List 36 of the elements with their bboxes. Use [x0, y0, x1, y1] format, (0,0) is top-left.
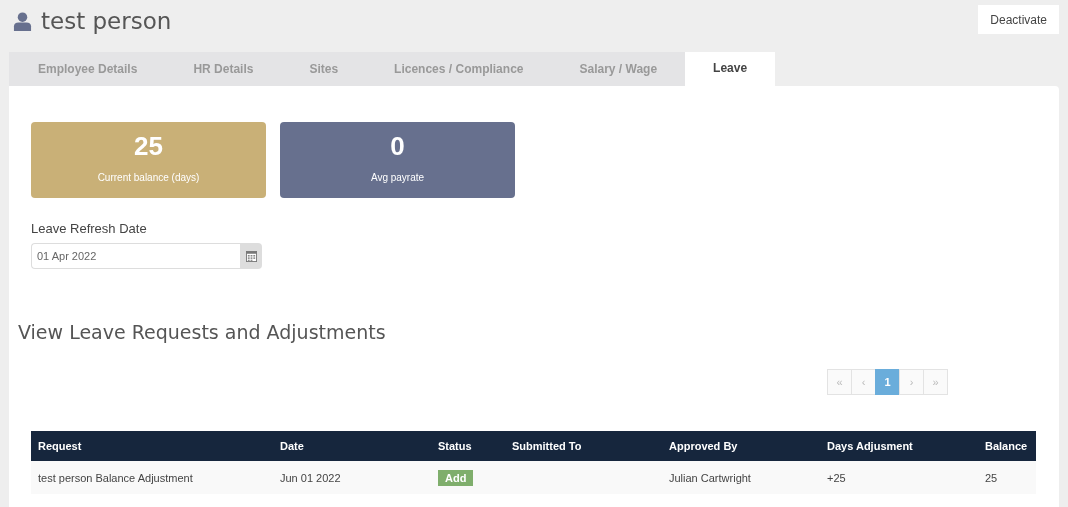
stat-value: 0	[390, 131, 405, 162]
stat-label: Avg payrate	[370, 172, 425, 183]
page-title: test person	[41, 8, 172, 34]
column-header: Request	[31, 431, 273, 461]
table-cell: Jun 01 2022	[280, 471, 341, 484]
tab[interactable]: HR Details	[165, 52, 282, 86]
section-title: View Leave Requests and Adjustments	[18, 321, 387, 343]
page-button[interactable]: »	[923, 369, 948, 395]
calendar-icon	[245, 250, 257, 262]
deactivate-button[interactable]: Deactivate	[978, 5, 1059, 34]
table-cell: 25	[985, 471, 998, 484]
field-label: Leave Refresh Date	[31, 221, 148, 236]
table-cell: +25	[827, 471, 846, 484]
page-button[interactable]: «	[827, 369, 852, 395]
table-cell: test person Balance Adjustment	[38, 471, 193, 484]
tab[interactable]: Employee Details	[9, 52, 166, 86]
column-header: Submitted To	[505, 431, 662, 461]
column-header: Status	[431, 431, 505, 461]
page-button[interactable]: ‹	[851, 369, 876, 395]
column-header: Balance	[978, 431, 1036, 461]
table-cell: Julian Cartwright	[669, 471, 751, 484]
status-badge: Add	[438, 469, 474, 486]
page-button[interactable]: 1	[875, 369, 900, 395]
page-button[interactable]: ›	[899, 369, 924, 395]
tab[interactable]: Licences / Compliance	[366, 52, 552, 86]
tab[interactable]: Salary / Wage	[551, 52, 686, 86]
column-header: Days Adjusment	[820, 431, 978, 461]
column-header: Date	[273, 431, 431, 461]
column-header: Approved By	[662, 431, 820, 461]
user-icon	[13, 11, 32, 31]
date-field[interactable]: 01 Apr 2022	[31, 243, 240, 269]
tab[interactable]: Leave	[685, 52, 776, 86]
stat-value: 25	[134, 131, 163, 162]
tab[interactable]: Sites	[281, 52, 367, 86]
stat-label: Current balance (days)	[97, 172, 200, 183]
calendar-button[interactable]	[240, 243, 262, 269]
